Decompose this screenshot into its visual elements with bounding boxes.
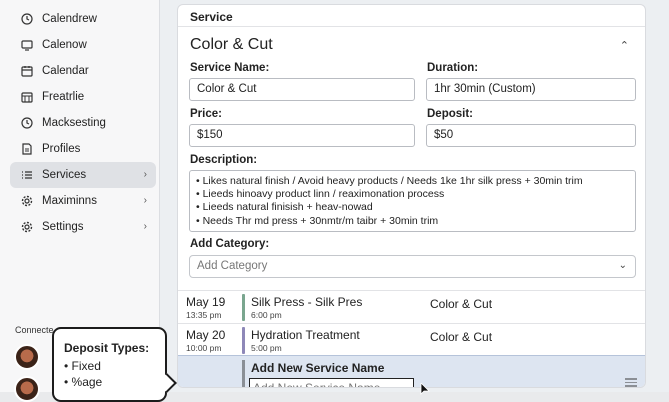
service-panel: Service Color & Cut ⌃ Service Name: Dura… [177, 4, 646, 388]
avatar[interactable] [14, 344, 40, 370]
list-item[interactable]: May 19 13:35 pm Silk Press - Silk Pres 6… [178, 290, 645, 323]
duration-field[interactable]: 1hr 30min (Custom) [426, 78, 636, 101]
price-label: Price: [190, 108, 222, 120]
chevron-up-icon[interactable]: ⌃ [620, 39, 629, 52]
sidebar-item-settings[interactable]: Settings › [10, 214, 156, 240]
appt-service: Silk Press - Silk Pres [251, 295, 363, 309]
sidebar-item-profiles[interactable]: Profiles [10, 136, 156, 162]
document-icon [20, 142, 34, 156]
sidebar-item-label: Settings [42, 221, 84, 233]
deposit-field[interactable]: $50 [426, 124, 636, 147]
chevron-right-icon: › [143, 221, 147, 232]
avatar[interactable] [14, 376, 40, 402]
add-category-select[interactable]: Add Category ⌄ [189, 255, 636, 278]
add-category-label: Add Category: [190, 238, 270, 250]
app-window: Calendrew Calenow Calendar Freatrlie Mac… [0, 0, 669, 402]
sidebar-item-label: Calendar [42, 65, 89, 77]
appt-date: May 19 [186, 295, 226, 309]
appt-color-bar [242, 294, 245, 321]
list-item[interactable]: May 20 10:00 pm Hydration Treatment 5:00… [178, 323, 645, 356]
clock-icon [20, 12, 34, 26]
gear-icon [20, 220, 34, 234]
description-line: • Likes natural finish / Avoid heavy pro… [196, 175, 583, 187]
appt-service-time: 5:00 pm [251, 343, 282, 353]
service-name-label: Service Name: [190, 62, 270, 74]
duration-label: Duration: [427, 62, 479, 74]
sidebar-item-label: Calendrew [42, 13, 97, 25]
add-new-color-bar [242, 360, 245, 387]
sidebar-item-label: Freatrlie [42, 91, 85, 103]
add-new-service-label: Add New Service Name [251, 361, 385, 375]
sidebar-item-label: Maximinns [42, 195, 97, 207]
list-icon [20, 168, 34, 182]
description-line: • Needs Thr md press + 30nmtr/m taibr + … [196, 214, 439, 227]
clock-icon [20, 116, 34, 130]
appt-time: 10:00 pm [186, 343, 222, 353]
mouse-cursor-icon [420, 383, 430, 395]
connected-label: Connecte [15, 325, 54, 335]
chevron-right-icon: › [143, 169, 147, 180]
sidebar-item-services[interactable]: Services › [10, 162, 156, 188]
calendar-icon [20, 64, 34, 78]
deposit-label: Deposit: [427, 108, 473, 120]
service-title: Color & Cut [190, 36, 273, 53]
drag-handle-icon[interactable] [625, 378, 637, 387]
monitor-icon [20, 38, 34, 52]
add-new-service-row: Add New Service Name [178, 355, 645, 387]
sidebar-nav: Calendrew Calenow Calendar Freatrlie Mac… [10, 6, 156, 240]
gear-icon [20, 194, 34, 208]
description-line: • Lieeds natural finisish + heav-nowad [196, 201, 373, 214]
calendar-grid-icon [20, 90, 34, 104]
sidebar-item-maximinns[interactable]: Maximinns › [10, 188, 156, 214]
description-line: • Lieeds hinoavy product linn / reaximon… [196, 188, 445, 201]
appt-service-time: 6:00 pm [251, 310, 282, 320]
panel-header: Service [178, 5, 645, 27]
sidebar-item-label: Services [42, 169, 87, 181]
sidebar-item-freatrlie[interactable]: Freatrlie [10, 84, 156, 110]
appointments-list: May 19 13:35 pm Silk Press - Silk Pres 6… [178, 290, 645, 356]
chevron-down-icon: ⌄ [618, 260, 627, 271]
tooltip-title: Deposit Types: [64, 341, 150, 355]
add-category-placeholder: Add Category [197, 260, 268, 272]
price-field[interactable]: $150 [189, 124, 415, 147]
sidebar-item-label: Calenow [42, 39, 87, 51]
sidebar-item-label: Macksesting [42, 117, 106, 129]
chevron-right-icon: › [143, 195, 147, 206]
sidebar-item-calendrew[interactable]: Calendrew [10, 6, 156, 32]
add-new-service-input[interactable] [249, 378, 414, 387]
appt-service: Hydration Treatment [251, 328, 360, 342]
sidebar-item-label: Profiles [42, 143, 81, 155]
appt-color-bar [242, 327, 245, 354]
appt-category: Color & Cut [430, 297, 493, 311]
appt-time: 13:35 pm [186, 310, 222, 320]
tooltip-line: • %age [64, 375, 103, 389]
sidebar-item-calendar[interactable]: Calendar [10, 58, 156, 84]
description-field[interactable]: • Likes natural finish / Avoid heavy pro… [189, 170, 636, 232]
appt-date: May 20 [186, 328, 226, 342]
sidebar-item-macksesting[interactable]: Macksesting [10, 110, 156, 136]
description-label: Description: [190, 154, 258, 166]
sidebar-item-calenow[interactable]: Calenow [10, 32, 156, 58]
tooltip-line: • Fixed [64, 359, 101, 373]
appt-category: Color & Cut [430, 330, 493, 344]
deposit-types-tooltip: Deposit Types: • Fixed • %age [52, 327, 177, 402]
service-name-field[interactable]: Color & Cut [189, 78, 415, 101]
